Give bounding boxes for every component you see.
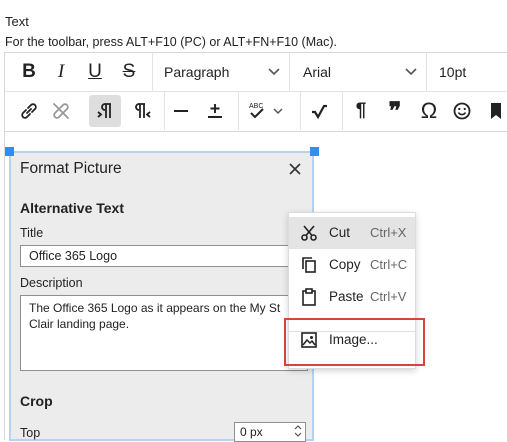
- field-label-text: Text: [5, 14, 29, 29]
- emoji-icon: [453, 102, 471, 120]
- scissors-icon: [301, 225, 317, 241]
- toolbar-divider: [300, 92, 301, 130]
- format-picture-dialog: Format Picture Alternative Text Title Of…: [9, 151, 314, 441]
- selection-handle-top-right[interactable]: [310, 147, 319, 156]
- block-format-dropdown[interactable]: Paragraph: [153, 53, 289, 91]
- spellcheck-button[interactable]: ABC: [241, 95, 291, 127]
- font-family-value: Arial: [303, 64, 332, 80]
- spellcheck-icon: ABC: [249, 103, 283, 119]
- omega-icon: Ω: [420, 98, 438, 123]
- ltr-button[interactable]: [89, 95, 121, 127]
- bookmark-icon: [491, 103, 501, 119]
- font-size-value: 10pt: [439, 64, 467, 80]
- context-menu-item-copy[interactable]: Copy Ctrl+C: [289, 249, 415, 281]
- highlight-annotation-box: [284, 318, 425, 366]
- horizontal-line-button[interactable]: [165, 95, 197, 127]
- unlink-icon: [53, 103, 69, 119]
- horizontal-line-icon: [174, 110, 188, 112]
- emoji-button[interactable]: [446, 95, 478, 127]
- editor-toolbar: B I U S Paragraph Arial 10pt ABC ¶ ❞ Ω: [4, 52, 507, 132]
- chevron-down-icon: [268, 68, 280, 76]
- show-blocks-button[interactable]: ¶: [345, 95, 377, 127]
- bold-button[interactable]: B: [13, 56, 45, 88]
- description-label: Description: [20, 276, 83, 290]
- context-menu-shortcut: Ctrl+C: [370, 257, 408, 272]
- underline-button[interactable]: U: [79, 56, 111, 88]
- toolbar-divider: [342, 92, 343, 130]
- blockquote-icon: ❞: [388, 97, 402, 125]
- rtl-button[interactable]: [127, 95, 159, 127]
- link-icon: [21, 103, 37, 119]
- rtl-icon: [135, 103, 151, 118]
- title-label: Title: [20, 226, 44, 240]
- italic-button[interactable]: I: [45, 56, 77, 88]
- crop-top-value: 0 px: [240, 425, 263, 439]
- editor-content-border: [4, 130, 5, 440]
- context-menu-label: Cut: [329, 225, 351, 240]
- selection-handle-top-left[interactable]: [5, 147, 14, 156]
- ltr-icon: [97, 103, 111, 118]
- description-textarea[interactable]: The Office 365 Logo as it appears on the…: [20, 295, 308, 371]
- block-format-value: Paragraph: [164, 64, 230, 80]
- context-menu-item-cut[interactable]: Cut Ctrl+X: [289, 217, 415, 249]
- clipboard-icon: [302, 288, 316, 306]
- paragraph-icon: ¶: [355, 100, 367, 121]
- font-size-dropdown[interactable]: 10pt: [427, 53, 507, 91]
- toolbar-divider: [238, 92, 239, 130]
- title-input[interactable]: Office 365 Logo: [20, 245, 308, 267]
- toolbar-hint: For the toolbar, press ALT+F10 (PC) or A…: [5, 35, 337, 49]
- svg-text:ABC: ABC: [249, 103, 263, 110]
- math-button[interactable]: [303, 95, 335, 127]
- context-menu-label: Paste: [329, 289, 364, 304]
- unlink-button[interactable]: [45, 95, 77, 127]
- context-menu-item-paste[interactable]: Paste Ctrl+V: [289, 281, 415, 313]
- insert-anchor-button[interactable]: [199, 95, 231, 127]
- plus-minus-icon: [208, 104, 222, 118]
- context-menu-shortcut: Ctrl+X: [370, 225, 407, 240]
- spinner-arrows-icon[interactable]: [294, 424, 302, 438]
- copy-icon: [302, 257, 316, 273]
- alternative-text-heading: Alternative Text: [20, 200, 124, 216]
- crop-top-label: Top: [20, 426, 41, 440]
- crop-top-input[interactable]: 0 px: [234, 422, 306, 442]
- link-button[interactable]: [13, 95, 45, 127]
- context-menu-shortcut: Ctrl+V: [370, 289, 407, 304]
- toolbar-row-insert: ABC ¶ ❞ Ω: [5, 92, 507, 130]
- toolbar-row-formatting: B I U S Paragraph Arial 10pt: [5, 53, 507, 92]
- math-icon: [312, 104, 327, 120]
- crop-heading: Crop: [20, 393, 53, 409]
- font-family-dropdown[interactable]: Arial: [290, 53, 426, 91]
- blockquote-button[interactable]: ❞: [379, 95, 411, 127]
- close-icon[interactable]: [287, 161, 303, 177]
- context-menu-label: Copy: [329, 257, 361, 272]
- dialog-title: Format Picture: [20, 160, 122, 177]
- special-character-button[interactable]: Ω: [413, 95, 445, 127]
- strikethrough-button[interactable]: S: [113, 56, 145, 88]
- chevron-down-icon: [405, 68, 417, 76]
- bookmark-button[interactable]: [480, 95, 507, 127]
